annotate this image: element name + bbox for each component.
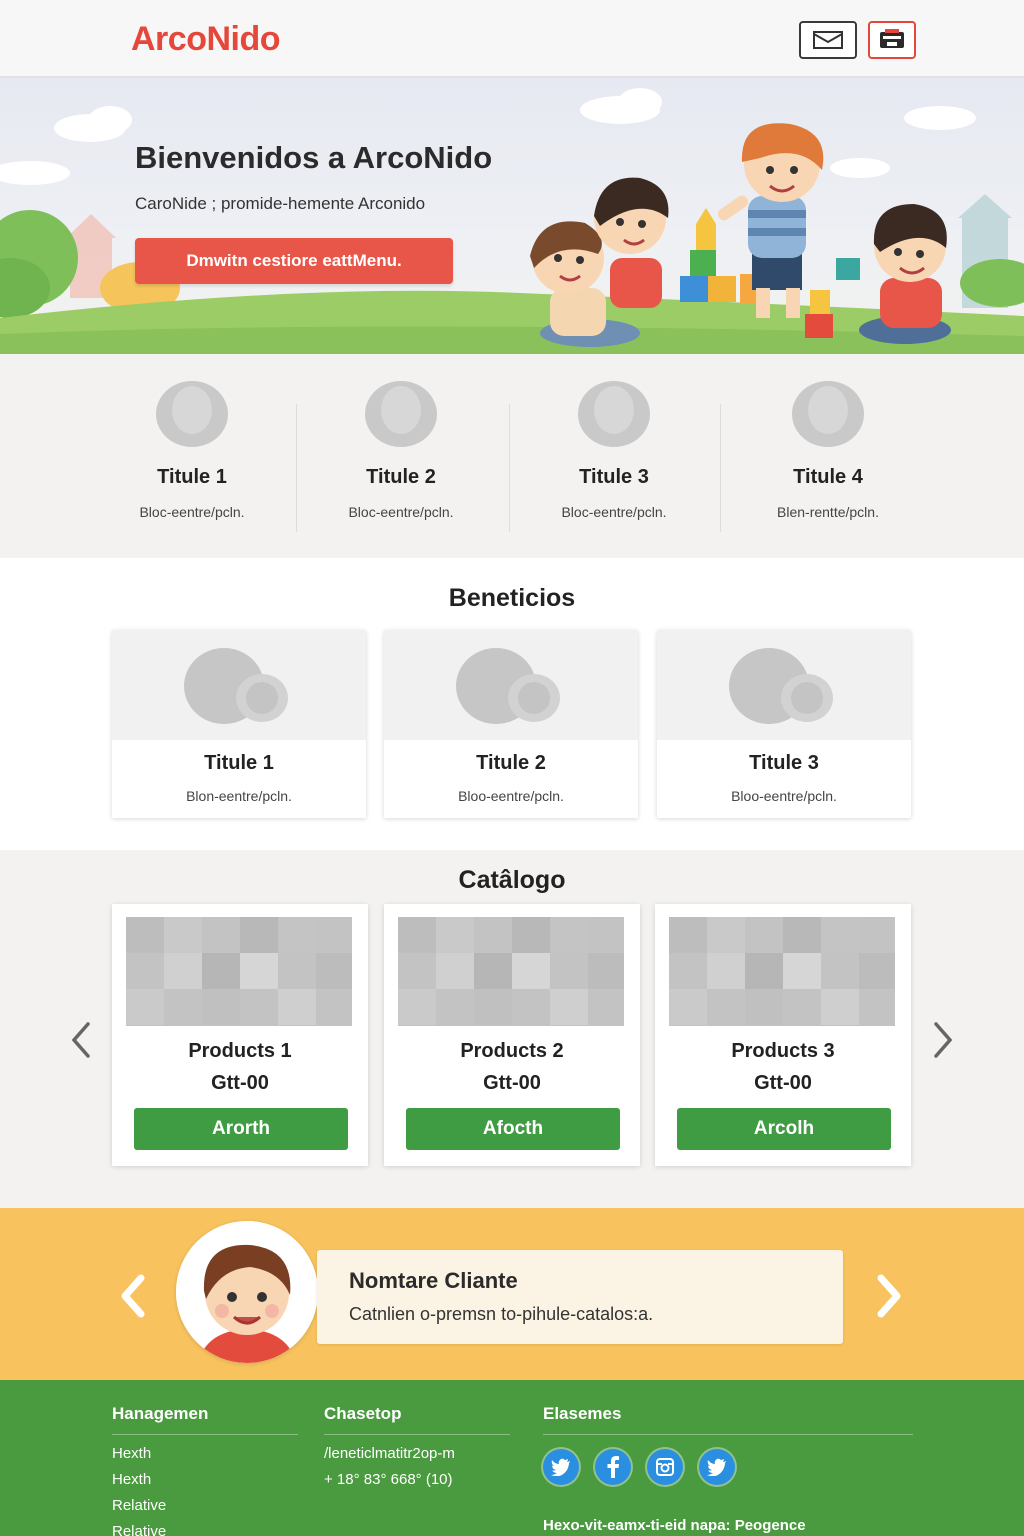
hero-banner: Bienvenidos a ArcoNido CaroNide ; promid… xyxy=(0,78,1024,354)
feature-desc: Blen-rentte/pcln. xyxy=(777,504,879,520)
benefit-placeholder-icon xyxy=(456,648,560,724)
site-header: ArcoNido xyxy=(0,0,1024,78)
feature-item: Titule 1 Bloc-eentre/pcln. xyxy=(86,354,298,558)
site-footer: Hanagemen Hexth Hexth Relative Relative … xyxy=(0,1380,1024,1536)
footer-heading: Hanagemen xyxy=(112,1404,298,1435)
benefit-placeholder-icon xyxy=(184,648,288,724)
footer-link[interactable]: Hexth xyxy=(112,1471,298,1488)
product-action-button[interactable]: Arorth xyxy=(134,1108,348,1150)
benefits-section: Beneticios Titule 1 Blon-eentre/pcln. Ti… xyxy=(0,558,1024,850)
hero-title: Bienvenidos a ArcoNido xyxy=(135,140,493,175)
chevron-left-icon xyxy=(121,1274,145,1318)
benefit-card[interactable]: Titule 3 Bloo-eentre/pcln. xyxy=(657,630,911,818)
envelope-icon xyxy=(813,31,843,49)
footer-bottom-text: Hexo-vit-eamx-ti-eid napa: Peogence xyxy=(543,1517,806,1534)
features-strip: Titule 1 Bloc-eentre/pcln. Titule 2 Bloc… xyxy=(0,354,1024,558)
benefit-title: Titule 2 xyxy=(476,752,546,774)
footer-email[interactable]: /leneticlmatitr2op-m xyxy=(324,1445,510,1462)
benefit-card[interactable]: Titule 2 Bloo-eentre/pcln. xyxy=(384,630,638,818)
feature-title: Titule 1 xyxy=(157,466,227,488)
feature-title: Titule 3 xyxy=(579,466,649,488)
feature-placeholder-icon xyxy=(578,381,650,447)
chevron-right-icon xyxy=(934,1022,953,1058)
product-price: Gtt-00 xyxy=(483,1072,541,1094)
catalog-next-button[interactable] xyxy=(926,1018,962,1062)
testimonial-name: Nomtare Cliante xyxy=(349,1268,518,1293)
facebook-icon[interactable] xyxy=(595,1449,631,1485)
benefit-desc: Blon-eentre/pcln. xyxy=(186,788,292,804)
product-card: Products 2 Gtt-00 Afocth xyxy=(384,904,640,1166)
twitter-icon[interactable] xyxy=(543,1449,579,1485)
feature-desc: Bloc-eentre/pcln. xyxy=(348,504,454,520)
benefit-placeholder-icon xyxy=(729,648,833,724)
mail-button[interactable] xyxy=(799,21,857,59)
testimonial-next-button[interactable] xyxy=(870,1268,910,1324)
testimonial-prev-button[interactable] xyxy=(112,1268,152,1324)
cart-icon xyxy=(880,29,904,48)
feature-desc: Bloc-eentre/pcln. xyxy=(561,504,667,520)
footer-column-contact: Chasetop /leneticlmatitr2op-m + 18° 83° … xyxy=(324,1404,510,1488)
footer-link[interactable]: Relative xyxy=(112,1497,298,1514)
footer-heading: Elasemes xyxy=(543,1404,913,1435)
benefit-title: Titule 1 xyxy=(204,752,274,774)
feature-title: Titule 4 xyxy=(793,466,863,488)
feature-item: Titule 4 Blen-rentte/pcln. xyxy=(722,354,934,558)
benefit-image xyxy=(112,630,366,740)
product-image xyxy=(126,917,352,1026)
feature-item: Titule 3 Bloc-eentre/pcln. xyxy=(508,354,720,558)
product-name: Products 1 xyxy=(188,1040,292,1062)
catalog-title: Catâlogo xyxy=(458,866,566,894)
chevron-right-icon xyxy=(877,1274,901,1318)
divider xyxy=(720,404,721,532)
product-card: Products 3 Gtt-00 Arcolh xyxy=(655,904,911,1166)
footer-link[interactable]: Hexth xyxy=(112,1445,298,1462)
product-name: Products 3 xyxy=(731,1040,835,1062)
footer-column-management: Hanagemen Hexth Hexth Relative Relative xyxy=(112,1404,298,1536)
footer-phone: + 18° 83° 668° (10) xyxy=(324,1471,453,1488)
product-card: Products 1 Gtt-00 Arorth xyxy=(112,904,368,1166)
benefits-title: Beneticios xyxy=(448,584,576,612)
twitter-icon[interactable] xyxy=(699,1449,735,1485)
feature-desc: Bloc-eentre/pcln. xyxy=(139,504,245,520)
product-action-button[interactable]: Afocth xyxy=(406,1108,620,1150)
feature-item: Titule 2 Bloc-eentre/pcln. xyxy=(295,354,507,558)
child-avatar-illustration xyxy=(176,1221,318,1363)
avatar xyxy=(176,1221,318,1363)
hero-subtitle: CaroNide ; promide-hemente Arconido xyxy=(135,194,426,213)
benefit-card[interactable]: Titule 1 Blon-eentre/pcln. xyxy=(112,630,366,818)
cart-button[interactable] xyxy=(868,21,916,59)
footer-heading: Chasetop xyxy=(324,1404,510,1435)
product-action-button[interactable]: Arcolh xyxy=(677,1108,891,1150)
social-links xyxy=(543,1449,913,1485)
product-price: Gtt-00 xyxy=(211,1072,269,1094)
benefit-image xyxy=(384,630,638,740)
chevron-left-icon xyxy=(71,1022,90,1058)
hero-cta-button[interactable]: Dmwitn cestiore eattMenu. xyxy=(135,238,453,284)
feature-title: Titule 2 xyxy=(366,466,436,488)
feature-placeholder-icon xyxy=(365,381,437,447)
feature-placeholder-icon xyxy=(792,381,864,447)
benefit-desc: Bloo-eentre/pcln. xyxy=(731,788,837,804)
testimonial-card: Nomtare Cliante Catnlien o-premsn to-pih… xyxy=(317,1250,843,1344)
product-price: Gtt-00 xyxy=(754,1072,812,1094)
instagram-icon[interactable] xyxy=(647,1449,683,1485)
footer-link[interactable]: Relative xyxy=(112,1523,298,1536)
logo[interactable]: ArcoNido xyxy=(131,20,281,59)
benefit-desc: Bloo-eentre/pcln. xyxy=(458,788,564,804)
product-image xyxy=(398,917,624,1026)
testimonial-section: Nomtare Cliante Catnlien o-premsn to-pih… xyxy=(0,1208,1024,1380)
hero-illustration xyxy=(0,88,1024,354)
product-image xyxy=(669,917,895,1026)
footer-column-social: Elasemes Hexo-vit-eamx-ti-eid napa: Peog… xyxy=(543,1404,913,1534)
catalog-prev-button[interactable] xyxy=(62,1018,98,1062)
product-name: Products 2 xyxy=(460,1040,564,1062)
benefit-image xyxy=(657,630,911,740)
catalog-section: Catâlogo Products 1 Gtt-00 Arorth Produc… xyxy=(0,850,1024,1208)
benefit-title: Titule 3 xyxy=(749,752,819,774)
feature-placeholder-icon xyxy=(156,381,228,447)
testimonial-quote: Catnlien o-premsn to-pihule-catalos:a. xyxy=(349,1304,654,1324)
